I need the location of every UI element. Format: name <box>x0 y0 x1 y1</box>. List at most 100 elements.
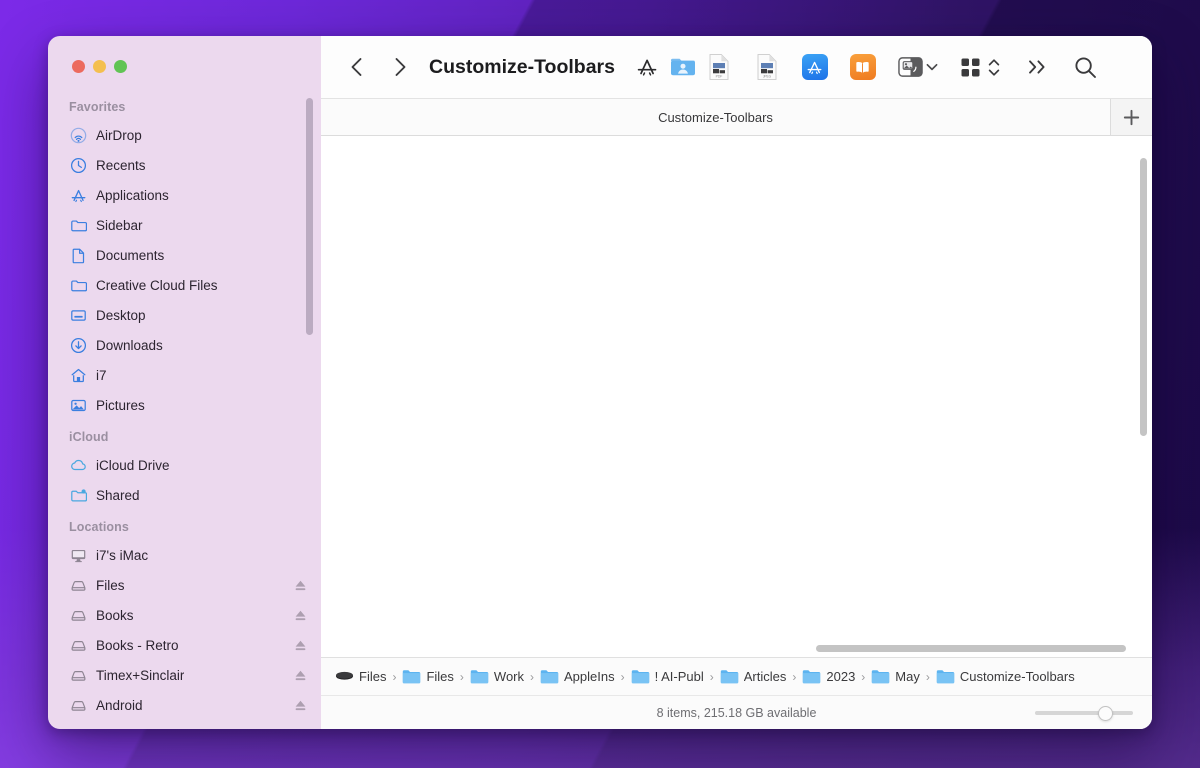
breadcrumb-label: May <box>895 669 920 684</box>
toolbar-item-more[interactable] <box>1020 49 1056 85</box>
toolbar-item-pdf[interactable]: PDF <box>701 49 737 85</box>
forward-button[interactable] <box>383 50 417 84</box>
sidebar-item-label: i7 <box>96 368 107 383</box>
sidebar-item-label: AirDrop <box>96 128 142 143</box>
sidebar-item-shared[interactable]: Shared <box>48 480 321 510</box>
breadcrumb-label: ! AI-Publ <box>655 669 704 684</box>
sidebar-item-i7[interactable]: i7 <box>48 360 321 390</box>
status-text: 8 items, 215.18 GB available <box>657 706 817 720</box>
sidebar-group-icloud: iCloudiCloud DriveShared <box>48 420 321 510</box>
sidebar-group-title: Favorites <box>48 100 321 120</box>
add-tab-button[interactable] <box>1111 99 1152 135</box>
sidebar-item-sidebar[interactable]: Sidebar <box>48 210 321 240</box>
file-list-area[interactable] <box>321 136 1152 657</box>
eject-icon <box>294 669 307 682</box>
folder-icon <box>402 669 421 685</box>
breadcrumb-label: Work <box>494 669 524 684</box>
sidebar-item-android[interactable]: Android <box>48 690 321 720</box>
breadcrumb-separator: › <box>615 670 631 684</box>
toolbar-item-view[interactable] <box>960 57 1000 78</box>
breadcrumb-item[interactable]: ! AI-Publ <box>631 669 704 685</box>
desktop-icon <box>69 306 87 324</box>
folder-icon <box>631 669 650 685</box>
status-bar: 8 items, 215.18 GB available <box>321 695 1152 729</box>
sidebar-item-books-retro[interactable]: Books - Retro <box>48 630 321 660</box>
eject-button[interactable] <box>294 639 307 652</box>
sidebar-item-desktop[interactable]: Desktop <box>48 300 321 330</box>
sidebar-item-icloud-drive[interactable]: iCloud Drive <box>48 450 321 480</box>
breadcrumb-item[interactable]: Articles <box>720 669 787 685</box>
folder-icon <box>871 669 890 685</box>
sidebar-group-favorites: Favorites AirDrop Recents Applications Sideb… <box>48 94 321 420</box>
sidebar-scroll-area[interactable]: Favorites AirDrop Recents Applications Sideb… <box>48 94 321 729</box>
sidebar-item-documents[interactable]: Documents <box>48 240 321 270</box>
breadcrumb-item[interactable]: 2023 <box>802 669 855 685</box>
toolbar-item-app-store[interactable] <box>797 49 833 85</box>
more-toolbar-items-icon <box>1027 58 1049 76</box>
folder-icon <box>69 276 87 294</box>
icon-size-slider[interactable] <box>1035 705 1133 721</box>
close-button[interactable] <box>72 60 85 73</box>
folder-icon <box>631 669 650 685</box>
minimize-button[interactable] <box>93 60 106 73</box>
vertical-scrollbar-thumb[interactable] <box>1140 158 1147 436</box>
quick-actions-icon-wrap <box>897 49 925 85</box>
breadcrumb-item[interactable]: Files <box>335 669 386 685</box>
back-button[interactable] <box>339 50 373 84</box>
breadcrumb-item[interactable]: Work <box>470 669 524 685</box>
eject-button[interactable] <box>294 579 307 592</box>
sidebar-item-downloads[interactable]: Downloads <box>48 330 321 360</box>
breadcrumb-label: Articles <box>744 669 787 684</box>
horizontal-scrollbar-thumb[interactable] <box>816 645 1126 652</box>
breadcrumb-label: AppleIns <box>564 669 615 684</box>
zoom-button[interactable] <box>114 60 127 73</box>
eject-button[interactable] <box>294 609 307 622</box>
eject-button[interactable] <box>294 699 307 712</box>
search-icon <box>1074 56 1097 79</box>
toolbar-item-applications[interactable] <box>629 49 665 85</box>
horizontal-scrollbar-track[interactable] <box>321 639 1152 657</box>
sidebar-item-label: Recents <box>96 158 146 173</box>
sidebar-item-pictures[interactable]: Pictures <box>48 390 321 420</box>
slider-knob[interactable] <box>1098 706 1113 721</box>
folder-icon <box>871 669 890 685</box>
sidebar-item-applications[interactable]: Applications <box>48 180 321 210</box>
tab-bar: Customize-Toolbars <box>321 98 1152 136</box>
tab-customize-toolbars[interactable]: Customize-Toolbars <box>321 99 1111 135</box>
breadcrumb-item[interactable]: May <box>871 669 920 685</box>
toolbar-item-search[interactable] <box>1068 49 1104 85</box>
disk-icon <box>69 696 87 714</box>
sidebar-item-label: Applications <box>96 188 169 203</box>
finder-window: Favorites AirDrop Recents Applications Sideb… <box>48 36 1152 729</box>
toolbar-item-jpeg[interactable]: JPEG <box>749 49 785 85</box>
folder-icon <box>802 669 821 685</box>
app-store-a-glyph <box>805 58 824 77</box>
folder-icon <box>402 669 421 685</box>
sidebar-scrollbar-thumb[interactable] <box>306 98 313 335</box>
blue-user-folder-icon <box>669 55 697 79</box>
disk-icon <box>69 576 87 594</box>
sidebar-item-recents[interactable]: Recents <box>48 150 321 180</box>
toolbar-item-shared-folder[interactable] <box>665 49 701 85</box>
breadcrumb-separator: › <box>524 670 540 684</box>
breadcrumb-item[interactable]: AppleIns <box>540 669 615 685</box>
app-store-icon <box>802 54 828 80</box>
home-icon <box>69 366 87 384</box>
sidebar-item-label: Sidebar <box>96 218 143 233</box>
sidebar-item-books[interactable]: Books <box>48 600 321 630</box>
view-grid-icon <box>960 57 981 78</box>
sidebar-item-files[interactable]: Files <box>48 570 321 600</box>
chevron-left-icon <box>350 57 363 77</box>
disk-icon <box>69 606 87 624</box>
breadcrumb-item[interactable]: Files <box>402 669 453 685</box>
eject-button[interactable] <box>294 669 307 682</box>
sidebar-item-timex-sinclair[interactable]: Timex+Sinclair <box>48 660 321 690</box>
breadcrumb-item[interactable]: Customize-Toolbars <box>936 669 1075 685</box>
imac-icon <box>69 546 87 564</box>
sidebar-item-label: Pictures <box>96 398 145 413</box>
toolbar-item-quick-actions[interactable] <box>897 49 938 85</box>
sidebar-item-airdrop[interactable]: AirDrop <box>48 120 321 150</box>
toolbar-item-books[interactable] <box>845 49 881 85</box>
sidebar-item-i7-s-imac[interactable]: i7's iMac <box>48 540 321 570</box>
sidebar-item-creative-cloud-files[interactable]: Creative Cloud Files <box>48 270 321 300</box>
